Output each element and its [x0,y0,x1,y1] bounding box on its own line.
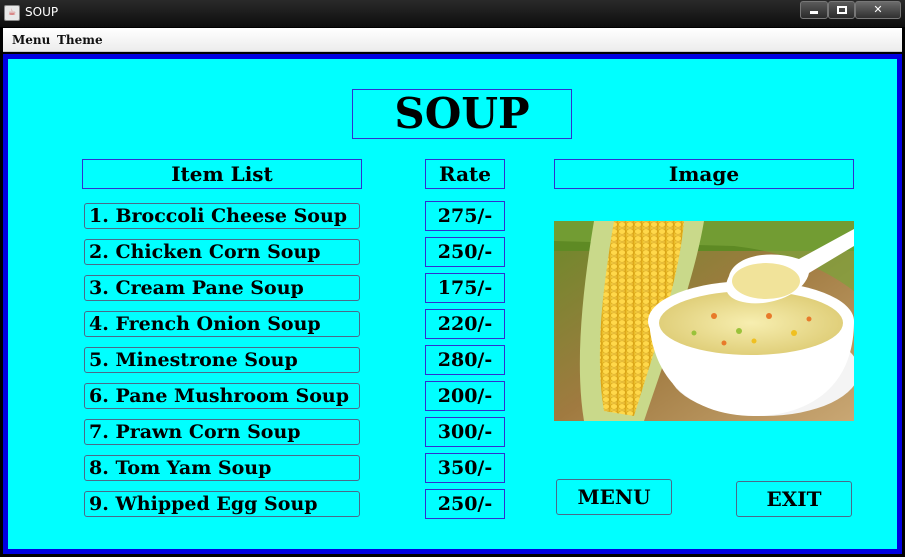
minimize-button[interactable] [800,1,828,19]
minimize-icon [810,11,818,14]
content-panel: SOUP Item List Rate Image 1. Broccoli Ch… [3,54,902,554]
rate-cream-pane-soup: 175/- [425,273,505,303]
rate-whipped-egg-soup: 250/- [425,489,505,519]
java-cup-icon: ☕ [4,5,20,21]
item-whipped-egg-soup[interactable]: 9. Whipped Egg Soup [84,491,360,517]
rate-tom-yam-soup: 350/- [425,453,505,483]
maximize-icon [836,6,847,14]
exit-button[interactable]: EXIT [736,481,852,517]
rate-prawn-corn-soup: 300/- [425,417,505,447]
page-title: SOUP [352,89,572,139]
rate-header: Rate [425,159,505,189]
rate-minestrone-soup: 280/- [425,345,505,375]
rate-french-onion-soup: 220/- [425,309,505,339]
item-prawn-corn-soup[interactable]: 7. Prawn Corn Soup [84,419,360,445]
item-cream-pane-soup[interactable]: 3. Cream Pane Soup [84,275,360,301]
menu-button[interactable]: MENU [556,479,672,515]
item-french-onion-soup[interactable]: 4. French Onion Soup [84,311,360,337]
item-broccoli-cheese-soup[interactable]: 1. Broccoli Cheese Soup [84,203,360,229]
item-list-header: Item List [82,159,362,189]
rate-pane-mushroom-soup: 200/- [425,381,505,411]
close-button[interactable]: ✕ [855,1,901,19]
maximize-button[interactable] [828,1,855,19]
menu-bar: Menu Theme [3,28,902,52]
rate-chicken-corn-soup: 250/- [425,237,505,267]
item-minestrone-soup[interactable]: 5. Minestrone Soup [84,347,360,373]
item-pane-mushroom-soup[interactable]: 6. Pane Mushroom Soup [84,383,360,409]
window-title: SOUP [25,5,59,19]
image-header: Image [554,159,854,189]
item-tom-yam-soup[interactable]: 8. Tom Yam Soup [84,455,360,481]
close-icon: ✕ [873,3,883,16]
menu-theme[interactable]: Theme [57,33,103,47]
rate-broccoli-cheese-soup: 275/- [425,201,505,231]
menu-menu[interactable]: Menu [12,33,50,47]
soup-image [554,221,854,421]
window-title-bar[interactable]: ☕ SOUP ✕ [0,0,905,27]
item-chicken-corn-soup[interactable]: 2. Chicken Corn Soup [84,239,360,265]
